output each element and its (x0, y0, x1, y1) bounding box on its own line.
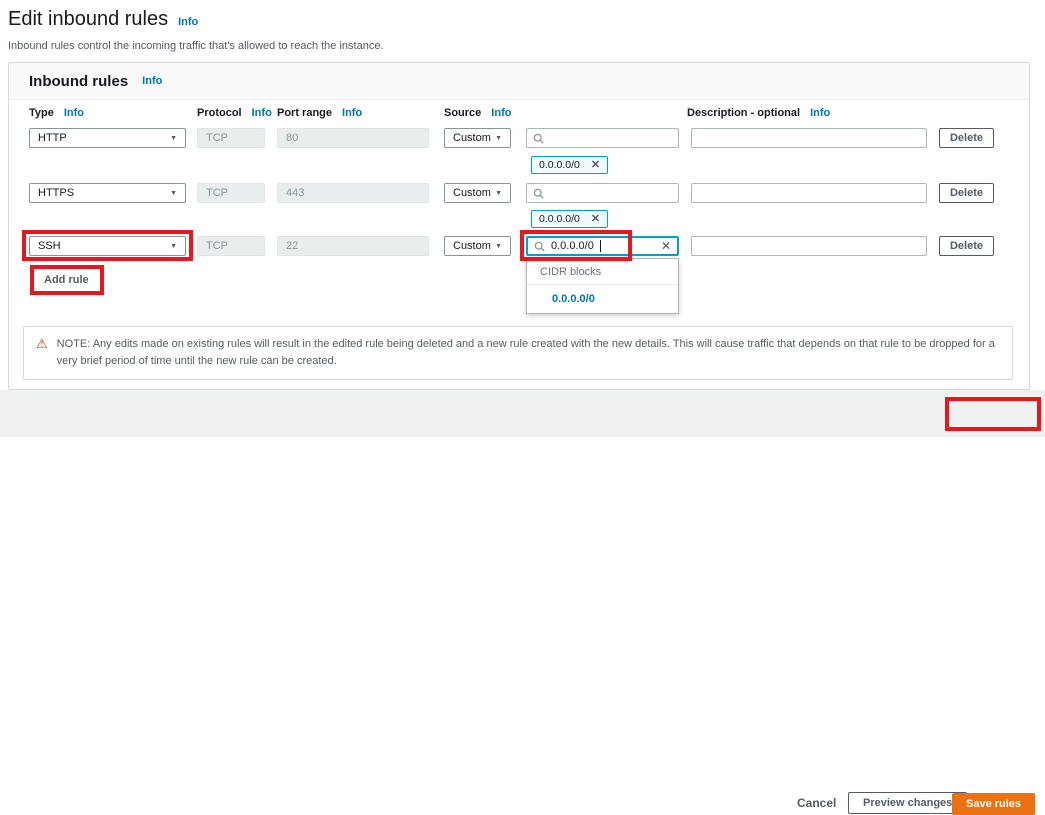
remove-token-icon[interactable]: ✕ (591, 214, 600, 225)
port-field-row2: 443 (277, 183, 429, 203)
column-header-protocol: Protocol Info (197, 107, 272, 119)
protocol-field-row2: TCP (197, 183, 265, 203)
annotation-box-save-rules (945, 397, 1041, 431)
type-select-row2[interactable]: HTTPS ▼ (29, 183, 186, 203)
source-query-text: 0.0.0.0/0 (551, 240, 594, 252)
description-input-row1[interactable] (691, 128, 927, 148)
description-input-row3[interactable] (691, 236, 927, 256)
type-select-row1[interactable]: HTTP ▼ (29, 128, 186, 148)
description-input-row2[interactable] (691, 183, 927, 203)
delete-button-row3[interactable]: Delete (939, 236, 994, 256)
note-text: NOTE: Any edits made on existing rules w… (57, 336, 1000, 370)
add-rule-button[interactable]: Add rule (36, 271, 97, 289)
note-box: ⚠ NOTE: Any edits made on existing rules… (23, 326, 1013, 380)
chevron-down-icon: ▼ (495, 135, 502, 142)
cancel-button[interactable]: Cancel (797, 796, 836, 810)
source-search-input-row1[interactable] (526, 128, 679, 148)
panel-header: Inbound rules Info (9, 63, 1029, 100)
protocol-info-link[interactable]: Info (252, 107, 272, 119)
panel-title: Inbound rules (29, 73, 128, 90)
column-header-description: Description - optional Info (687, 107, 830, 119)
delete-button-row1[interactable]: Delete (939, 128, 994, 148)
chevron-down-icon: ▼ (170, 190, 177, 197)
source-info-link[interactable]: Info (491, 107, 511, 119)
search-icon (533, 188, 544, 199)
port-range-info-link[interactable]: Info (342, 107, 362, 119)
description-info-link[interactable]: Info (810, 107, 830, 119)
protocol-field-row1: TCP (197, 128, 265, 148)
search-icon (533, 133, 544, 144)
inbound-rules-panel: Inbound rules Info Type Info Protocol In… (8, 62, 1030, 390)
source-mode-select-row3[interactable]: Custom ▼ (444, 236, 511, 256)
footer-bar: Cancel Preview changes Save rules (0, 390, 1045, 437)
page-title-info-link[interactable]: Info (178, 16, 198, 28)
delete-button-row2[interactable]: Delete (939, 183, 994, 203)
chevron-down-icon: ▼ (170, 243, 177, 250)
chevron-down-icon: ▼ (495, 243, 502, 250)
source-mode-select-row1[interactable]: Custom ▼ (444, 128, 511, 148)
chevron-down-icon: ▼ (170, 135, 177, 142)
column-header-type: Type Info (29, 107, 84, 119)
dropdown-group-label: CIDR blocks (527, 259, 678, 285)
type-info-link[interactable]: Info (64, 107, 84, 119)
preview-changes-button[interactable]: Preview changes (848, 792, 967, 814)
search-icon (534, 241, 545, 252)
source-mode-select-row2[interactable]: Custom ▼ (444, 183, 511, 203)
warning-icon: ⚠ (36, 336, 48, 370)
panel-body: Type Info Protocol Info Port range Info … (9, 100, 1029, 389)
source-search-input-row2[interactable] (526, 183, 679, 203)
port-field-row3: 22 (277, 236, 429, 256)
type-select-row3[interactable]: SSH ▼ (29, 236, 186, 256)
save-rules-button[interactable]: Save rules (952, 793, 1035, 815)
remove-token-icon[interactable]: ✕ (591, 160, 600, 171)
source-search-input-row3[interactable]: 0.0.0.0/0 ✕ (526, 236, 679, 256)
page-subtitle: Inbound rules control the incoming traff… (8, 40, 384, 52)
clear-input-icon[interactable]: ✕ (661, 240, 671, 252)
column-header-port-range: Port range Info (277, 107, 362, 119)
page-title: Edit inbound rules (8, 8, 168, 31)
column-header-source: Source Info (444, 107, 511, 119)
panel-info-link[interactable]: Info (142, 75, 162, 87)
port-field-row1: 80 (277, 128, 429, 148)
dropdown-option-cidr[interactable]: 0.0.0.0/0 (527, 285, 678, 313)
page-header: Edit inbound rules Info Inbound rules co… (8, 8, 384, 52)
protocol-field-row3: TCP (197, 236, 265, 256)
chevron-down-icon: ▼ (495, 190, 502, 197)
text-cursor (600, 240, 601, 252)
source-token-row2: 0.0.0.0/0 ✕ (531, 210, 608, 228)
source-suggestion-dropdown: CIDR blocks 0.0.0.0/0 (526, 258, 679, 314)
source-token-row1: 0.0.0.0/0 ✕ (531, 156, 608, 174)
